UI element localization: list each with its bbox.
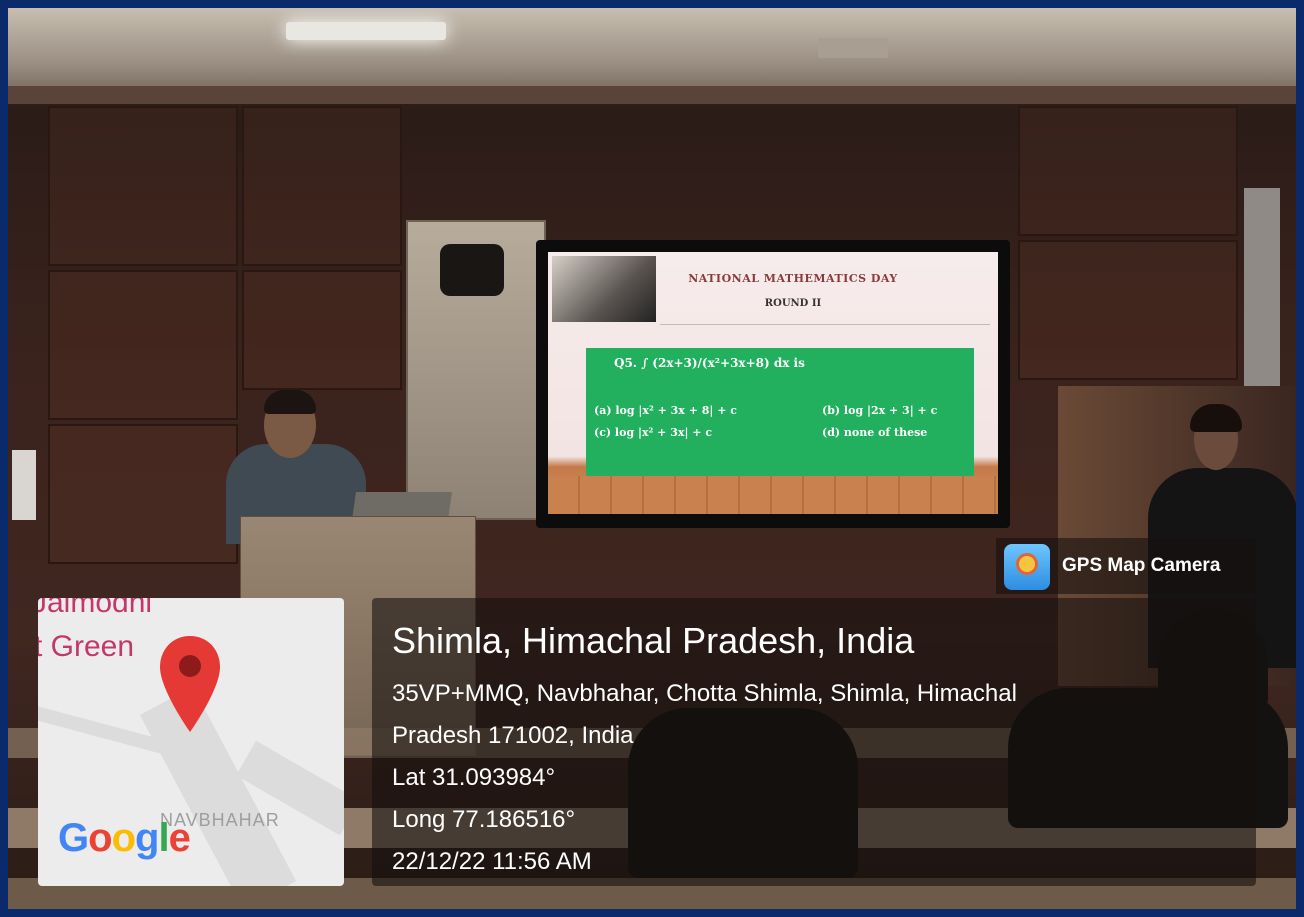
ceiling-beam xyxy=(8,86,1296,104)
gps-camera-badge: GPS Map Camera xyxy=(996,538,1256,594)
wall-panel xyxy=(1018,106,1238,236)
wall-panel xyxy=(48,270,238,420)
longitude: Long 77.186516° xyxy=(392,806,576,833)
datetime: 22/12/22 11:56 AM xyxy=(392,848,592,875)
wall-panel xyxy=(48,424,238,564)
option-a: (a) log |x² + 3x + 8| + c xyxy=(594,404,737,417)
wall-panel xyxy=(48,106,238,266)
question-box: Q5. ∫ (2x+3)/(x²+3x+8) dx is (a) log |x²… xyxy=(586,348,974,478)
slide-portrait-image xyxy=(552,256,656,322)
option-b: (b) log |2x + 3| + c xyxy=(822,404,938,417)
slide-divider xyxy=(660,324,990,325)
location-overlay: Shimla, Himachal Pradesh, India 35VP+MMQ… xyxy=(372,598,1256,886)
badge-label: GPS Map Camera xyxy=(1062,555,1221,576)
slide-title: NATIONAL MATHEMATICS DAY xyxy=(688,272,898,285)
map-pin-icon xyxy=(160,636,220,732)
address-line-2: Pradesh 171002, India xyxy=(392,722,634,749)
conference-camera xyxy=(440,244,504,296)
tv-screen: NATIONAL MATHEMATICS DAY ROUND II Q5. ∫ … xyxy=(536,240,1010,528)
pillar xyxy=(1244,188,1280,398)
ceiling-light xyxy=(286,22,446,40)
map-area-label: Jaimodni xyxy=(38,598,153,619)
map-thumbnail: Jaimodni t Green NAVBHAHAR Google xyxy=(38,598,344,886)
option-c: (c) log |x² + 3x| + c xyxy=(594,426,713,439)
presenter-hair xyxy=(264,390,316,414)
question-text: Q5. ∫ (2x+3)/(x²+3x+8) dx is xyxy=(614,356,805,370)
latitude: Lat 31.093984° xyxy=(392,764,556,791)
address-line-1: 35VP+MMQ, Navbhahar, Chotta Shimla, Shim… xyxy=(392,680,1017,707)
wall-panel xyxy=(242,270,402,390)
location-title: Shimla, Himachal Pradesh, India xyxy=(392,620,915,661)
presentation-slide: NATIONAL MATHEMATICS DAY ROUND II Q5. ∫ … xyxy=(548,252,998,514)
wall-panel xyxy=(1018,240,1238,380)
map-area-label: t Green xyxy=(38,630,135,663)
option-d: (d) none of these xyxy=(822,426,928,439)
wall-panel xyxy=(242,106,402,266)
google-logo: Google xyxy=(58,816,191,860)
ceiling-vent xyxy=(818,38,888,58)
wall-sign xyxy=(12,450,36,520)
slide-floor-graphic xyxy=(548,476,998,514)
slide-round: ROUND II xyxy=(764,298,822,309)
gps-map-camera-icon xyxy=(1004,544,1050,590)
